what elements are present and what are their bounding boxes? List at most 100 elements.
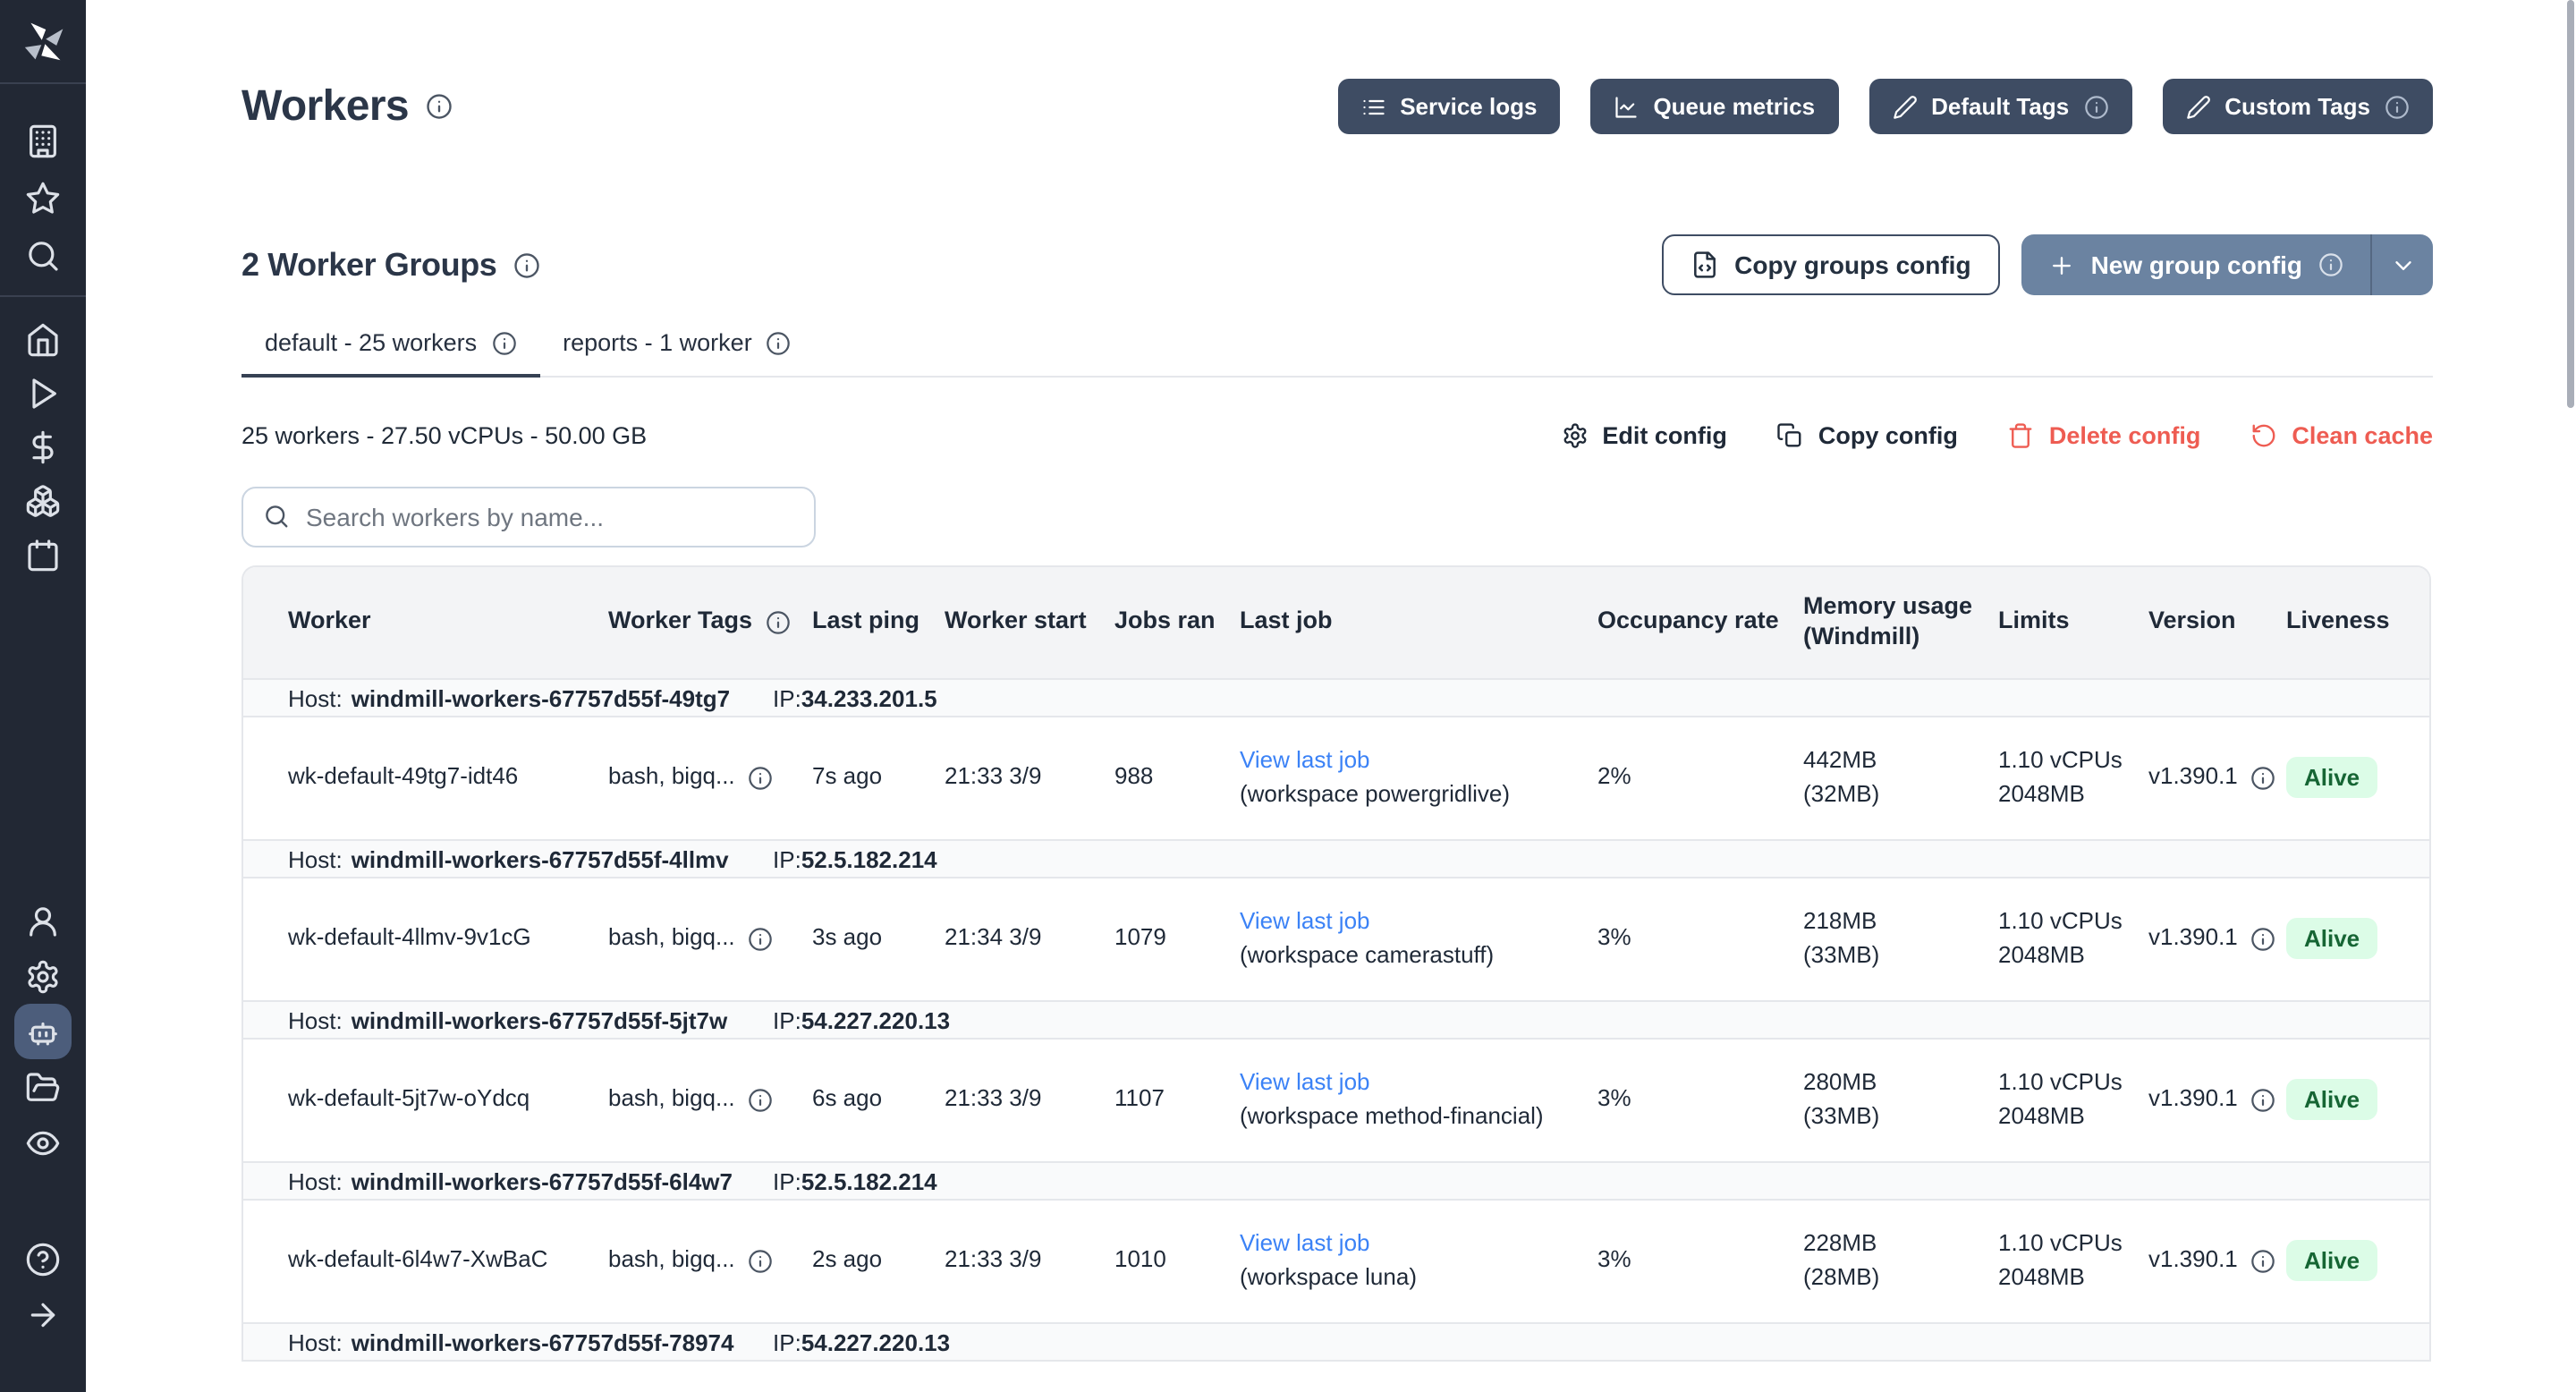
- table-header: WorkerWorker TagsLast pingWorker startJo…: [243, 566, 2429, 677]
- column-label: Memory usage (Windmill): [1803, 591, 1980, 652]
- sidebar-item-robot[interactable]: [14, 1004, 72, 1059]
- column-header-version: Version: [2148, 607, 2286, 637]
- limit-vcpus: 1.10 vCPUs: [1998, 1228, 2131, 1260]
- last-ping: 6s ago: [812, 1083, 945, 1116]
- queue-metrics-button[interactable]: Queue metrics: [1590, 79, 1838, 134]
- column-label: Last job: [1240, 607, 1333, 637]
- info-icon[interactable]: [513, 251, 539, 278]
- worker-group-tabs: default - 25 workersreports - 1 worker: [242, 329, 2433, 377]
- search-icon: [25, 238, 61, 274]
- sidebar-item-gear[interactable]: [14, 948, 72, 1004]
- liveness-badge: Alive: [2286, 917, 2377, 959]
- sidebar-item-eye[interactable]: [14, 1115, 72, 1170]
- help-circle-icon: [25, 1241, 61, 1277]
- info-icon[interactable]: [748, 765, 773, 790]
- info-icon[interactable]: [748, 1087, 773, 1112]
- clean-cache-button[interactable]: Clean cache: [2250, 422, 2433, 449]
- sidebar-item-search[interactable]: [14, 227, 72, 284]
- last-ping: 2s ago: [812, 1244, 945, 1277]
- sidebar-item-building[interactable]: [14, 113, 72, 170]
- sidebar-item-home[interactable]: [14, 313, 72, 367]
- button-label: Service logs: [1400, 93, 1537, 120]
- windmill-logo[interactable]: [19, 18, 67, 66]
- host-name: windmill-workers-67757d55f-5jt7w: [352, 1006, 728, 1033]
- edit-config-button[interactable]: Edit config: [1561, 422, 1727, 449]
- default-tags-button[interactable]: Default Tags: [1868, 79, 2131, 134]
- worker-row: wk-default-6l4w7-XwBaC bash, bigq... 2s …: [243, 1200, 2429, 1321]
- sidebar-item-star[interactable]: [14, 170, 72, 227]
- sidebar-item-help-circle[interactable]: [14, 1231, 72, 1286]
- info-icon[interactable]: [2250, 1248, 2275, 1273]
- button-label: Queue metrics: [1653, 93, 1815, 120]
- info-icon[interactable]: [2250, 1087, 2275, 1112]
- info-icon[interactable]: [2318, 252, 2343, 277]
- liveness-badge: Alive: [2286, 1078, 2377, 1120]
- main-content: Workers Service logs Queue metrics Default…: [86, 0, 2576, 1392]
- view-last-job-link[interactable]: View last job: [1240, 906, 1370, 938]
- service-logs-button[interactable]: Service logs: [1337, 79, 1560, 134]
- info-icon[interactable]: [748, 1248, 773, 1273]
- tab-reports[interactable]: reports - 1 worker: [539, 329, 815, 378]
- jobs-ran: 1010: [1114, 1244, 1240, 1277]
- sidebar-top-group: [14, 113, 72, 284]
- host-name: windmill-workers-67757d55f-49tg7: [352, 684, 730, 711]
- boxes-icon: [25, 483, 61, 519]
- view-last-job-link[interactable]: View last job: [1240, 1067, 1370, 1099]
- tab-default[interactable]: default - 25 workers: [242, 329, 539, 378]
- delete-config-button[interactable]: Delete config: [2008, 422, 2201, 449]
- custom-tags-button[interactable]: Custom Tags: [2162, 79, 2433, 134]
- worker-name: wk-default-4llmv-9v1cG: [288, 922, 608, 955]
- building-icon: [25, 123, 61, 159]
- memory-usage-windmill: (28MB): [1803, 1260, 1980, 1293]
- host-ip: 52.5.182.214: [801, 1167, 937, 1194]
- worker-name: wk-default-6l4w7-XwBaC: [288, 1244, 608, 1277]
- last-ping: 3s ago: [812, 922, 945, 955]
- worker-row: wk-default-5jt7w-oYdcq bash, bigq... 6s …: [243, 1039, 2429, 1160]
- limit-memory: 2048MB: [1998, 777, 2131, 810]
- info-icon: [491, 330, 516, 355]
- info-icon[interactable]: [2250, 926, 2275, 951]
- info-icon[interactable]: [2250, 765, 2275, 790]
- page-title: Workers: [242, 81, 409, 132]
- search-input[interactable]: [306, 502, 794, 530]
- sidebar-item-folder-open[interactable]: [14, 1059, 72, 1115]
- view-last-job-link[interactable]: View last job: [1240, 1228, 1370, 1260]
- last-job-workspace: (workspace method-financial): [1240, 1099, 1580, 1132]
- column-label: Liveness: [2286, 607, 2390, 637]
- gear-icon: [1561, 422, 1588, 449]
- info-icon[interactable]: [748, 926, 773, 951]
- host-name: windmill-workers-67757d55f-4llmv: [352, 845, 729, 872]
- copy-groups-config-button[interactable]: Copy groups config: [1661, 234, 1999, 295]
- ip-label: IP:: [773, 684, 801, 711]
- sidebar-item-user[interactable]: [14, 893, 72, 948]
- workers-table: WorkerWorker TagsLast pingWorker startJo…: [242, 564, 2431, 1361]
- info-icon: [2385, 94, 2410, 119]
- sidebar-item-dollar[interactable]: [14, 420, 72, 474]
- file-code-icon: [1690, 250, 1718, 279]
- new-group-config-dropdown[interactable]: [2370, 234, 2433, 295]
- ip-label: IP:: [773, 1167, 801, 1194]
- sidebar-item-calendar[interactable]: [14, 528, 72, 581]
- column-header-occupancy-rate: Occupancy rate: [1597, 607, 1803, 637]
- sidebar-item-play[interactable]: [14, 367, 72, 420]
- memory-usage-windmill: (33MB): [1803, 938, 1980, 971]
- host-ip: 34.233.201.5: [801, 684, 937, 711]
- worker-groups-header: 2 Worker Groups Copy groups config New g…: [242, 234, 2433, 295]
- new-group-config-button[interactable]: New group config: [2021, 234, 2370, 295]
- info-icon[interactable]: [425, 93, 452, 120]
- jobs-ran: 1079: [1114, 922, 1240, 955]
- occupancy-rate: 2%: [1597, 761, 1803, 794]
- page-scrollbar[interactable]: [2567, 0, 2574, 408]
- table-body: Host:windmill-workers-67757d55f-49tg7 IP…: [243, 677, 2429, 1361]
- column-label: Worker: [288, 607, 371, 637]
- copy-config-button[interactable]: Copy config: [1777, 422, 1958, 449]
- sidebar-item-boxes[interactable]: [14, 474, 72, 528]
- robot-icon: [25, 1014, 61, 1049]
- action-label: Clean cache: [2292, 422, 2433, 449]
- host-ip: 52.5.182.214: [801, 845, 937, 872]
- memory-usage: 228MB: [1803, 1228, 1980, 1260]
- memory-usage-windmill: (32MB): [1803, 777, 1980, 810]
- worker-version: v1.390.1: [2148, 1244, 2238, 1277]
- sidebar-item-arrow-right[interactable]: [14, 1286, 72, 1342]
- view-last-job-link[interactable]: View last job: [1240, 745, 1370, 777]
